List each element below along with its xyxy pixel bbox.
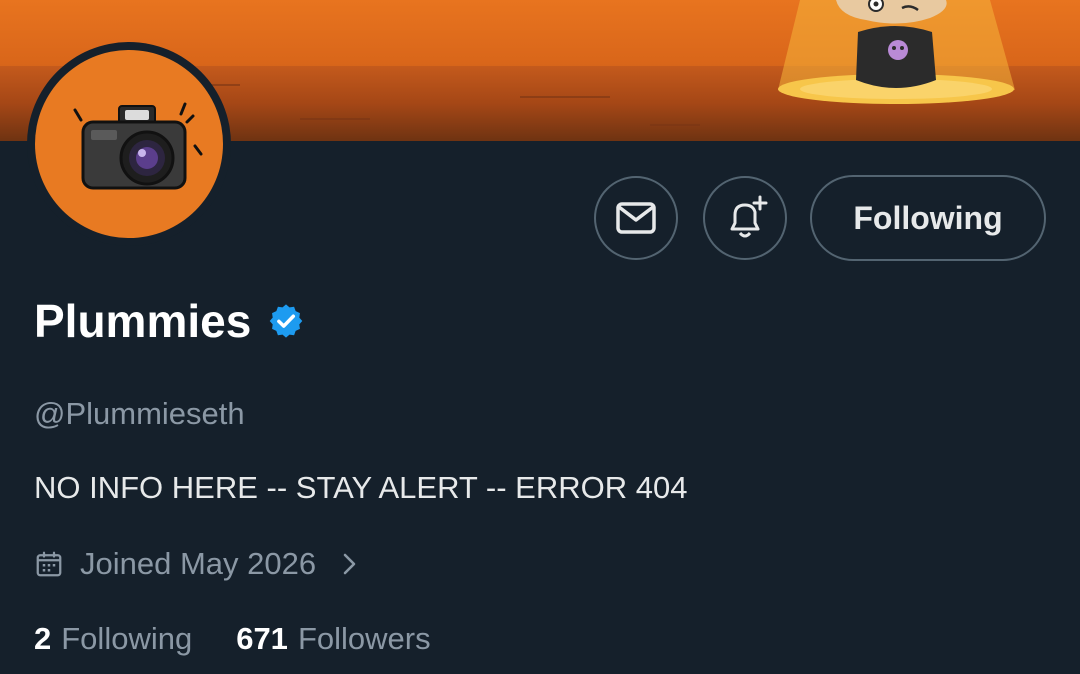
camera-icon bbox=[73, 102, 203, 190]
calendar-icon bbox=[34, 549, 64, 579]
profile-handle: @Plummieseth bbox=[34, 396, 245, 431]
notify-button[interactable] bbox=[703, 176, 787, 260]
profile-stats: 2 Following 671 Followers bbox=[34, 621, 475, 657]
verified-badge-icon[interactable] bbox=[267, 302, 305, 340]
joined-date-text: Joined May 2026 bbox=[80, 546, 317, 581]
following-count: 2 bbox=[34, 621, 52, 656]
following-count-link[interactable]: 2 Following bbox=[34, 621, 192, 657]
following-count-label: Following bbox=[61, 621, 193, 656]
chevron-right-icon bbox=[340, 550, 360, 578]
profile-bio: NO INFO HERE -- STAY ALERT -- ERROR 404 bbox=[34, 470, 688, 505]
profile-avatar[interactable] bbox=[27, 42, 231, 246]
followers-count-link[interactable]: 671 Followers bbox=[236, 621, 430, 657]
message-button[interactable] bbox=[594, 176, 678, 260]
envelope-icon bbox=[616, 202, 656, 234]
following-button-label: Following bbox=[853, 199, 1003, 236]
joined-date-row[interactable]: Joined May 2026 bbox=[34, 546, 360, 582]
following-button[interactable]: Following bbox=[810, 175, 1046, 261]
avatar-image bbox=[35, 50, 223, 238]
bell-plus-icon bbox=[730, 195, 768, 238]
profile-name: Plummies bbox=[34, 295, 252, 347]
followers-count: 671 bbox=[236, 621, 288, 656]
profile-name-row: Plummies bbox=[34, 294, 305, 348]
followers-count-label: Followers bbox=[297, 621, 431, 656]
